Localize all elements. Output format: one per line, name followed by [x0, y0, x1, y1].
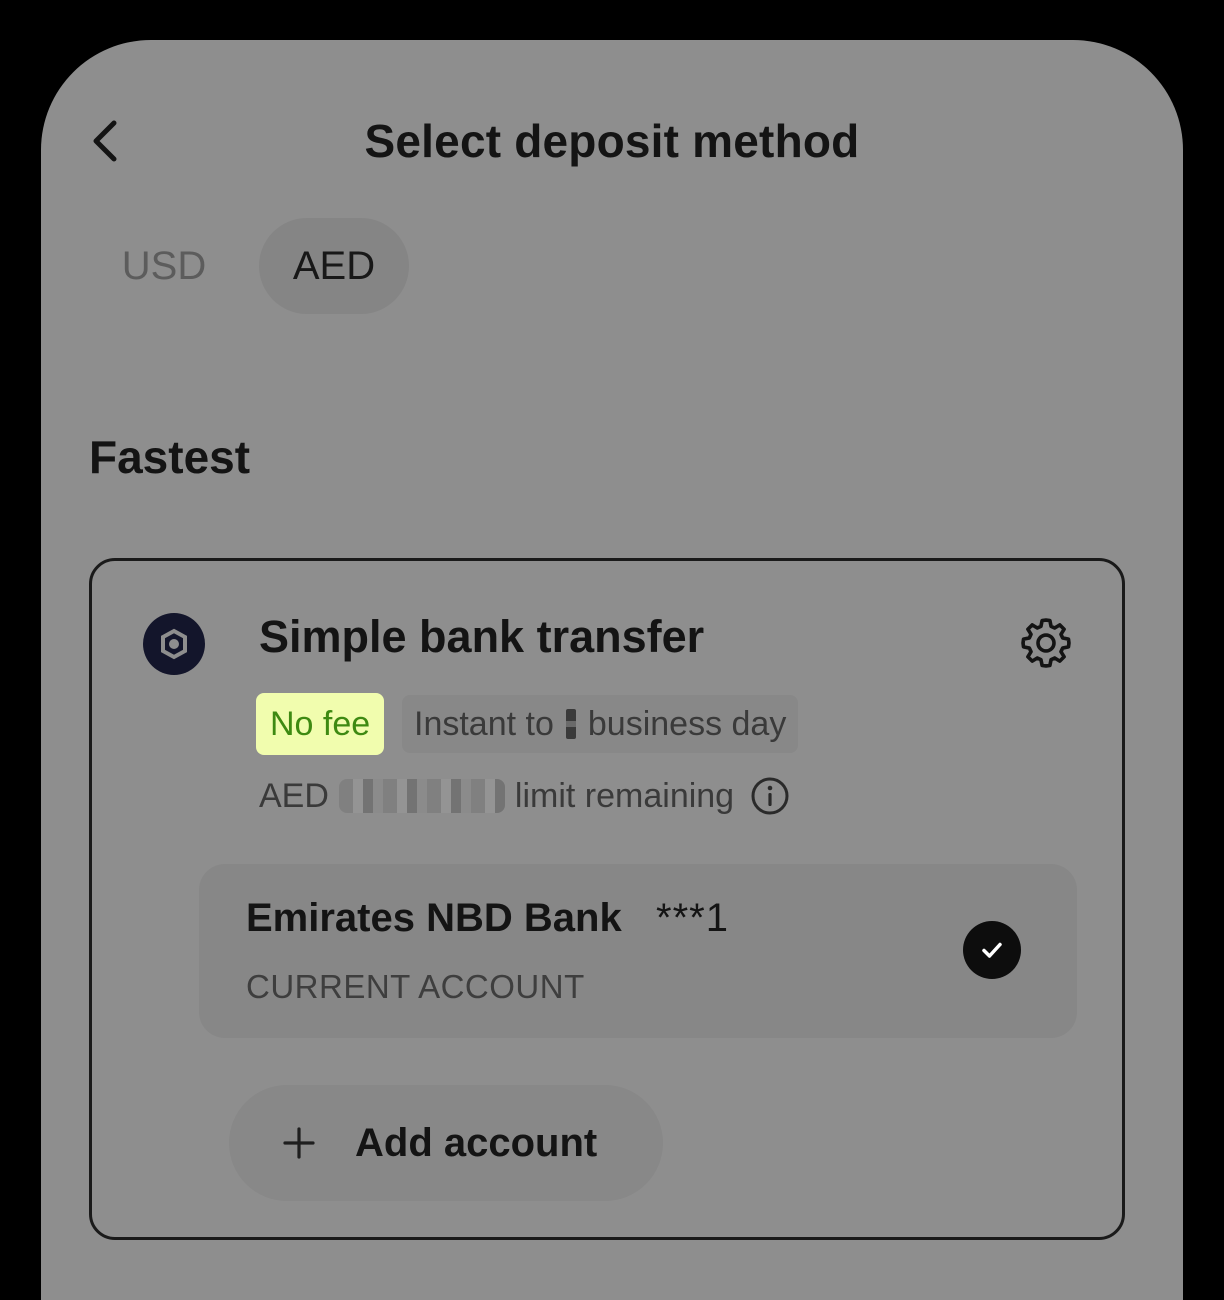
section-title: Fastest: [89, 431, 251, 483]
bank-name: Emirates NBD Bank: [246, 896, 622, 940]
add-account-button[interactable]: Add account: [229, 1085, 663, 1201]
account-type: CURRENT ACCOUNT: [246, 968, 585, 1005]
limit-remaining: AED limit remaining: [259, 771, 790, 821]
deposit-method-card[interactable]: Simple bank transfer No fee Instant to b…: [89, 558, 1125, 1240]
limit-label: limit remaining: [514, 776, 735, 815]
tab-usd[interactable]: USD: [103, 218, 225, 314]
settings-button[interactable]: [1016, 613, 1076, 673]
redacted-amount: [338, 779, 505, 813]
redacted-digit: [565, 709, 576, 739]
bank-logo-icon: [143, 613, 205, 675]
timing-suffix: business day: [587, 704, 787, 743]
timing-prefix: Instant to: [414, 704, 554, 743]
screen: Select deposit method USD AED Fastest Si…: [41, 40, 1183, 1300]
plus-icon: [281, 1125, 317, 1161]
timing-badge: Instant to business day: [402, 695, 799, 753]
limit-currency: AED: [259, 776, 329, 815]
method-title: Simple bank transfer: [259, 611, 705, 662]
gear-icon: [1021, 618, 1071, 668]
info-icon: [751, 777, 789, 815]
page-title: Select deposit method: [364, 115, 860, 167]
tab-aed[interactable]: AED: [259, 218, 409, 314]
checkmark-icon: [963, 921, 1021, 979]
account-number: ***1: [656, 896, 729, 940]
add-account-label: Add account: [355, 1120, 598, 1165]
fee-badge: No fee: [256, 693, 385, 755]
bank-account-item[interactable]: Emirates NBD Bank ***1 CURRENT ACCOUNT: [199, 864, 1077, 1038]
phone-frame: Select deposit method USD AED Fastest Si…: [0, 0, 1224, 1300]
info-button[interactable]: [750, 776, 790, 816]
